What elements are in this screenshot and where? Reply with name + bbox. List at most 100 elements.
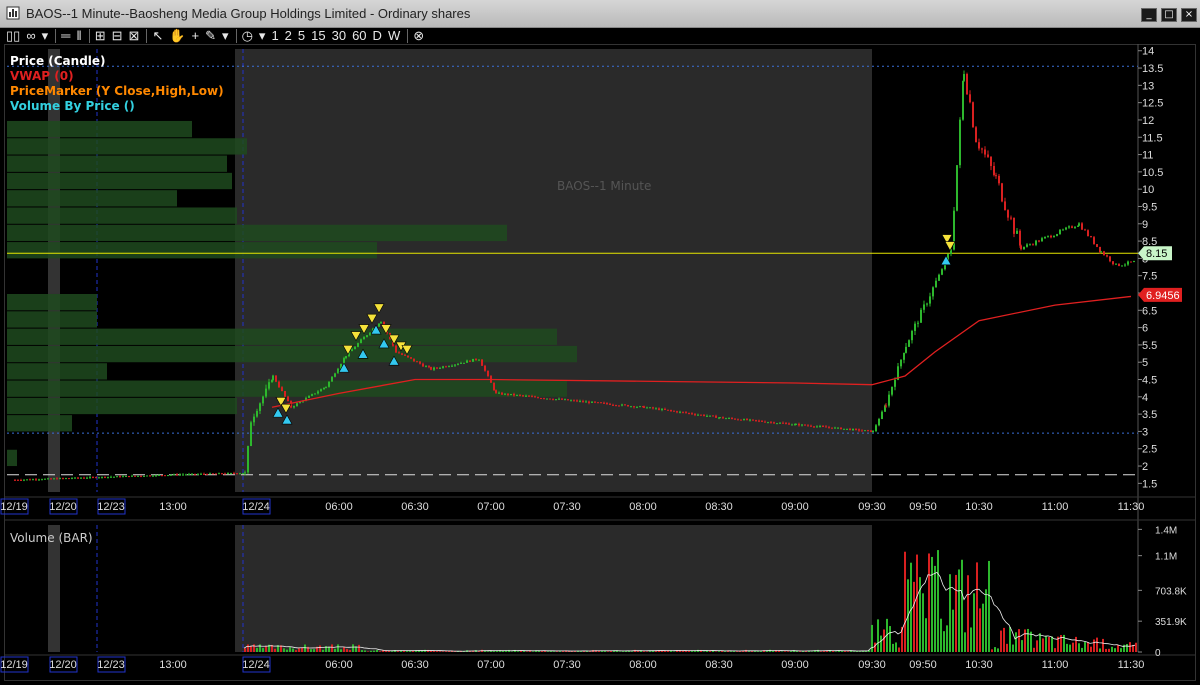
candle-body bbox=[501, 392, 503, 395]
volume-bar bbox=[643, 651, 645, 652]
volume-tick-label: 1.4M bbox=[1155, 525, 1177, 536]
candle-body bbox=[670, 410, 672, 412]
candle-body bbox=[401, 353, 403, 355]
candle-body bbox=[416, 361, 418, 363]
candle-body bbox=[643, 406, 645, 408]
candle-body bbox=[311, 394, 313, 396]
volume-bar bbox=[1129, 642, 1131, 652]
candle-body bbox=[454, 364, 456, 366]
chart-watermark: BAOS--1 Minute bbox=[557, 179, 652, 193]
candle-body bbox=[378, 323, 380, 327]
candle-body bbox=[284, 391, 286, 397]
candle-body bbox=[1074, 226, 1076, 228]
volume-bar bbox=[322, 649, 324, 652]
candle-body bbox=[203, 473, 205, 475]
candle-body bbox=[828, 427, 830, 429]
candle-body bbox=[510, 393, 512, 395]
volume-bar bbox=[337, 644, 339, 652]
candle-body bbox=[233, 473, 235, 475]
volume-bar bbox=[922, 593, 924, 652]
volume-bar bbox=[1099, 648, 1101, 652]
candle-body bbox=[1084, 229, 1086, 231]
volume-by-price-bar bbox=[7, 190, 177, 207]
volume-bar bbox=[493, 651, 495, 652]
candle-body bbox=[366, 335, 368, 338]
candle-body bbox=[77, 477, 79, 479]
candle-body bbox=[917, 322, 919, 324]
candle-body bbox=[870, 430, 872, 432]
candle-body bbox=[570, 400, 572, 402]
volume-bar bbox=[259, 644, 261, 652]
candle-body bbox=[1112, 261, 1114, 265]
candle-body bbox=[959, 119, 961, 166]
candle-body bbox=[932, 287, 934, 297]
candle-body bbox=[200, 473, 202, 475]
candle-body bbox=[1038, 240, 1040, 242]
volume-bar bbox=[1105, 648, 1107, 652]
candle-body bbox=[360, 339, 362, 344]
candle-body bbox=[197, 474, 199, 476]
volume-bar bbox=[883, 629, 885, 652]
candle-body bbox=[89, 477, 91, 479]
volume-bar bbox=[352, 644, 354, 652]
candle-body bbox=[56, 478, 58, 480]
time-label: 08:00 bbox=[629, 501, 657, 513]
volume-bar bbox=[1015, 632, 1017, 652]
price-tick-label: 10 bbox=[1142, 184, 1154, 196]
candle-body bbox=[758, 420, 760, 422]
volume-bar bbox=[442, 651, 444, 652]
volume-bar bbox=[898, 647, 900, 652]
candle-body bbox=[935, 280, 937, 288]
volume-bar bbox=[1120, 648, 1122, 652]
candle-body bbox=[700, 414, 702, 416]
legend-price-marker[interactable]: PriceMarker (Y Close,High,Low) bbox=[10, 84, 224, 99]
volume-bar bbox=[889, 626, 891, 652]
candle-body bbox=[573, 400, 575, 402]
volume-bar bbox=[295, 650, 297, 652]
candle-body bbox=[767, 422, 769, 424]
volume-bar bbox=[931, 556, 933, 652]
candle-body bbox=[395, 345, 397, 353]
candle-body bbox=[761, 420, 763, 422]
candle-body bbox=[1020, 245, 1022, 250]
candle-body bbox=[588, 401, 590, 403]
candle-body bbox=[519, 394, 521, 396]
volume-bar bbox=[970, 627, 972, 652]
candle-body bbox=[1103, 251, 1105, 256]
price-tick-label: 6 bbox=[1142, 323, 1148, 335]
volume-bar bbox=[367, 651, 369, 652]
volume-bar bbox=[247, 644, 249, 652]
candle-body bbox=[834, 427, 836, 429]
volume-panel-title[interactable]: Volume (BAR) bbox=[10, 531, 93, 545]
legend-volume-by-price[interactable]: Volume By Price () bbox=[10, 99, 224, 114]
volume-bar bbox=[952, 609, 954, 652]
candle-body bbox=[779, 422, 781, 424]
volume-bar bbox=[1084, 642, 1086, 652]
volume-bar bbox=[934, 565, 936, 652]
candle-body bbox=[513, 393, 515, 396]
candle-body bbox=[1106, 255, 1108, 257]
candle-body bbox=[1093, 237, 1095, 245]
candle-body bbox=[926, 303, 928, 305]
volume-bar bbox=[553, 651, 555, 652]
candle-body bbox=[116, 476, 118, 478]
time-label: 07:00 bbox=[477, 501, 505, 513]
volume-bar bbox=[1036, 640, 1038, 652]
candle-body bbox=[107, 476, 109, 478]
candle-body bbox=[987, 154, 989, 157]
volume-bar bbox=[1108, 648, 1110, 652]
volume-bar bbox=[1009, 627, 1011, 652]
candle-body bbox=[83, 477, 85, 479]
candle-body bbox=[978, 142, 980, 149]
candle-body bbox=[788, 423, 790, 425]
candle-body bbox=[445, 366, 447, 368]
vwap-value-label: 6.9456 bbox=[1146, 290, 1180, 302]
candle-body bbox=[188, 474, 190, 476]
candle-body bbox=[1001, 183, 1003, 202]
legend-price[interactable]: Price (Candle) bbox=[10, 54, 224, 69]
candle-body bbox=[679, 411, 681, 413]
volume-bar bbox=[1006, 643, 1008, 652]
volume-time-label: 12/24 bbox=[242, 659, 270, 671]
legend-vwap[interactable]: VWAP (0) bbox=[10, 69, 224, 84]
candle-body bbox=[287, 396, 289, 402]
